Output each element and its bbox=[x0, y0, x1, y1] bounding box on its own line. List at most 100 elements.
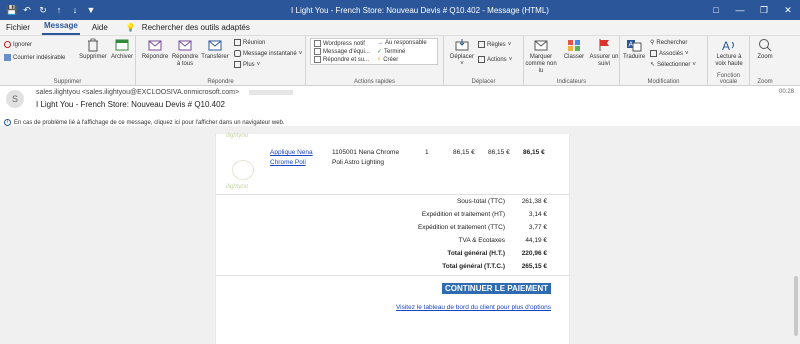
product-ref: 1105001 Nena Chrome Poli Astro Lighting bbox=[332, 149, 400, 166]
svg-text:A: A bbox=[722, 39, 730, 52]
chevron-down-icon: ˅ bbox=[460, 61, 464, 67]
categorize-button[interactable]: Classer bbox=[560, 38, 588, 61]
undo-icon[interactable]: ↶ bbox=[22, 0, 32, 20]
quickstep-wordpress[interactable]: Wordpress notif bbox=[314, 40, 365, 47]
chat-icon bbox=[234, 50, 241, 57]
product-price-ttc: 86,15 € bbox=[488, 149, 510, 156]
message-date: 00:28 bbox=[778, 89, 794, 95]
total-value: 220,96 € bbox=[521, 250, 547, 257]
save-icon[interactable]: 💾 bbox=[6, 0, 17, 20]
product-price: 86,15 € bbox=[453, 149, 475, 156]
group-indicateurs: Marquer comme non lu Classer Assurer un … bbox=[524, 36, 620, 86]
mail-move-icon bbox=[314, 40, 321, 47]
delete-button[interactable]: Supprimer bbox=[78, 38, 108, 61]
continue-payment-button[interactable]: CONTINUER LE PAIEMENT bbox=[442, 283, 551, 294]
flag-icon bbox=[599, 39, 609, 51]
title-bar: 💾 ↶ ↻ ↑ ↓ ▼ I Light You - French Store: … bbox=[0, 0, 800, 20]
total-row: TVA & Ecotaxes 44,19 € bbox=[347, 236, 547, 246]
related-button[interactable]: Associés ˅ bbox=[650, 50, 689, 57]
select-button[interactable]: ↖ Sélectionner ˅ bbox=[650, 61, 696, 69]
categorize-icon bbox=[568, 40, 580, 51]
group-label-supprimer: Supprimer bbox=[53, 79, 82, 85]
zoom-button[interactable]: Zoom bbox=[750, 38, 780, 61]
reply-delete-icon bbox=[314, 56, 321, 63]
quick-steps-gallery: Wordpress notif Message d'équi... Répond… bbox=[310, 38, 438, 65]
total-label: TVA & Ecotaxes bbox=[458, 237, 505, 244]
total-label: Total général (T.T.C.) bbox=[442, 263, 505, 270]
read-aloud-button[interactable]: A Lecture à voix haute bbox=[710, 38, 748, 68]
forward-button[interactable]: Transférer bbox=[200, 38, 230, 61]
ribbon-display-icon[interactable]: □ bbox=[704, 0, 728, 20]
up-icon[interactable]: ↑ bbox=[54, 0, 64, 20]
cursor-icon: ↖ bbox=[650, 62, 656, 68]
quickstep-repondre-supprimer[interactable]: Répondre et su... bbox=[314, 56, 369, 63]
product-name-link[interactable]: Applique Nena Chrome Poli bbox=[270, 148, 320, 168]
zoom-icon bbox=[759, 39, 772, 52]
total-value: 44,19 € bbox=[525, 237, 547, 244]
menu-message[interactable]: Message bbox=[42, 21, 80, 35]
down-icon[interactable]: ↓ bbox=[70, 0, 80, 20]
translate-button[interactable]: A Traduire bbox=[620, 38, 648, 61]
menu-fichier[interactable]: Fichier bbox=[4, 23, 32, 35]
sender[interactable]: sales.ilightyou <sales.ilightyou@EXCLOOS… bbox=[36, 89, 294, 96]
follow-up-button[interactable]: Assurer un suivi bbox=[588, 38, 620, 68]
more-reply-button[interactable]: Plus ˅ bbox=[234, 61, 260, 68]
total-label: Expédition et traitement (TTC) bbox=[417, 224, 505, 231]
email-content: ilightyou ilightyou Applique Nena Chrome … bbox=[215, 133, 570, 344]
maximize-button[interactable]: ❐ bbox=[752, 0, 776, 20]
info-icon: i bbox=[4, 119, 11, 126]
arrow-right-icon: → bbox=[377, 40, 383, 46]
total-row: Total général (H.T.) 220,96 € bbox=[347, 249, 547, 259]
group-actions-rapides: Wordpress notif Message d'équi... Répond… bbox=[306, 36, 444, 86]
scrollbar[interactable] bbox=[794, 276, 798, 336]
group-label-zoom: Zoom bbox=[757, 79, 773, 85]
ignore-button[interactable]: Ignorer bbox=[4, 41, 32, 48]
group-label-actions-rapides: Actions rapides bbox=[353, 79, 396, 85]
junk-button[interactable]: Courrier indésirable bbox=[4, 54, 65, 61]
search-button[interactable]: ⚲ Rechercher bbox=[650, 39, 687, 47]
product-qty: 1 bbox=[425, 149, 429, 156]
move-button[interactable]: Déplacer ˅ bbox=[448, 38, 476, 68]
chevron-down-icon: ˅ bbox=[508, 56, 513, 63]
window-title: I Light You - French Store: Nouveau Devi… bbox=[291, 6, 549, 15]
total-row: Expédition et traitement (HT) 3,14 € bbox=[347, 210, 547, 220]
meeting-button[interactable]: Réunion bbox=[234, 39, 265, 46]
group-deplacer: Déplacer ˅ Règles ˅ Actions ˅ Déplacer bbox=[444, 36, 524, 86]
instant-message-button[interactable]: Message instantané ˅ bbox=[234, 50, 302, 57]
divider bbox=[216, 194, 569, 195]
actions-button[interactable]: Actions ˅ bbox=[478, 56, 512, 63]
group-label-indicateurs: Indicateurs bbox=[556, 79, 587, 85]
junk-icon bbox=[4, 54, 11, 61]
ignore-icon bbox=[4, 41, 11, 48]
more-icon[interactable]: ▼ bbox=[86, 0, 96, 20]
actions-icon bbox=[478, 56, 485, 63]
reply-all-button[interactable]: Répondre à tous bbox=[170, 38, 200, 68]
reply-button[interactable]: Répondre bbox=[140, 38, 170, 61]
quickstep-creer[interactable]: ⚡ Créer bbox=[377, 56, 398, 64]
ribbon: Ignorer Courrier indésirable Supprimer A… bbox=[0, 36, 800, 86]
watermark-text: ilightyou bbox=[226, 133, 249, 139]
message-header: S sales.ilightyou <sales.ilightyou@EXCLO… bbox=[0, 86, 800, 128]
quickstep-message-equipe[interactable]: Message d'équi... bbox=[314, 48, 370, 55]
redo-icon[interactable]: ↻ bbox=[38, 0, 48, 20]
menu-aide[interactable]: Aide bbox=[90, 23, 110, 35]
dashboard-link[interactable]: Visitez le tableau de bord du client pou… bbox=[396, 304, 551, 311]
minimize-button[interactable]: — bbox=[728, 0, 752, 20]
total-label: Total général (H.T.) bbox=[447, 250, 505, 257]
rules-button[interactable]: Règles ˅ bbox=[478, 41, 511, 48]
calendar-icon bbox=[234, 39, 241, 46]
archive-button[interactable]: Archiver bbox=[108, 38, 136, 61]
tell-me-search[interactable]: Rechercher des outils adaptés bbox=[140, 23, 252, 35]
total-value: 261,38 € bbox=[521, 198, 547, 205]
quickstep-termine[interactable]: ✓ Terminé bbox=[377, 48, 405, 56]
mark-unread-button[interactable]: Marquer comme non lu bbox=[524, 38, 558, 75]
translate-icon: A bbox=[627, 40, 642, 52]
quickstep-responsable[interactable]: → Au responsable bbox=[377, 40, 427, 46]
close-button[interactable]: ✕ bbox=[776, 0, 800, 20]
related-icon bbox=[650, 50, 657, 57]
subject: I Light You - French Store: Nouveau Devi… bbox=[36, 100, 226, 109]
group-repondre: Répondre Répondre à tous Transférer Réun… bbox=[136, 36, 306, 86]
reply-icon bbox=[148, 40, 162, 51]
total-label: Expédition et traitement (HT) bbox=[421, 211, 505, 218]
menu-bar: Fichier Message Aide 💡 Rechercher des ou… bbox=[0, 20, 800, 36]
